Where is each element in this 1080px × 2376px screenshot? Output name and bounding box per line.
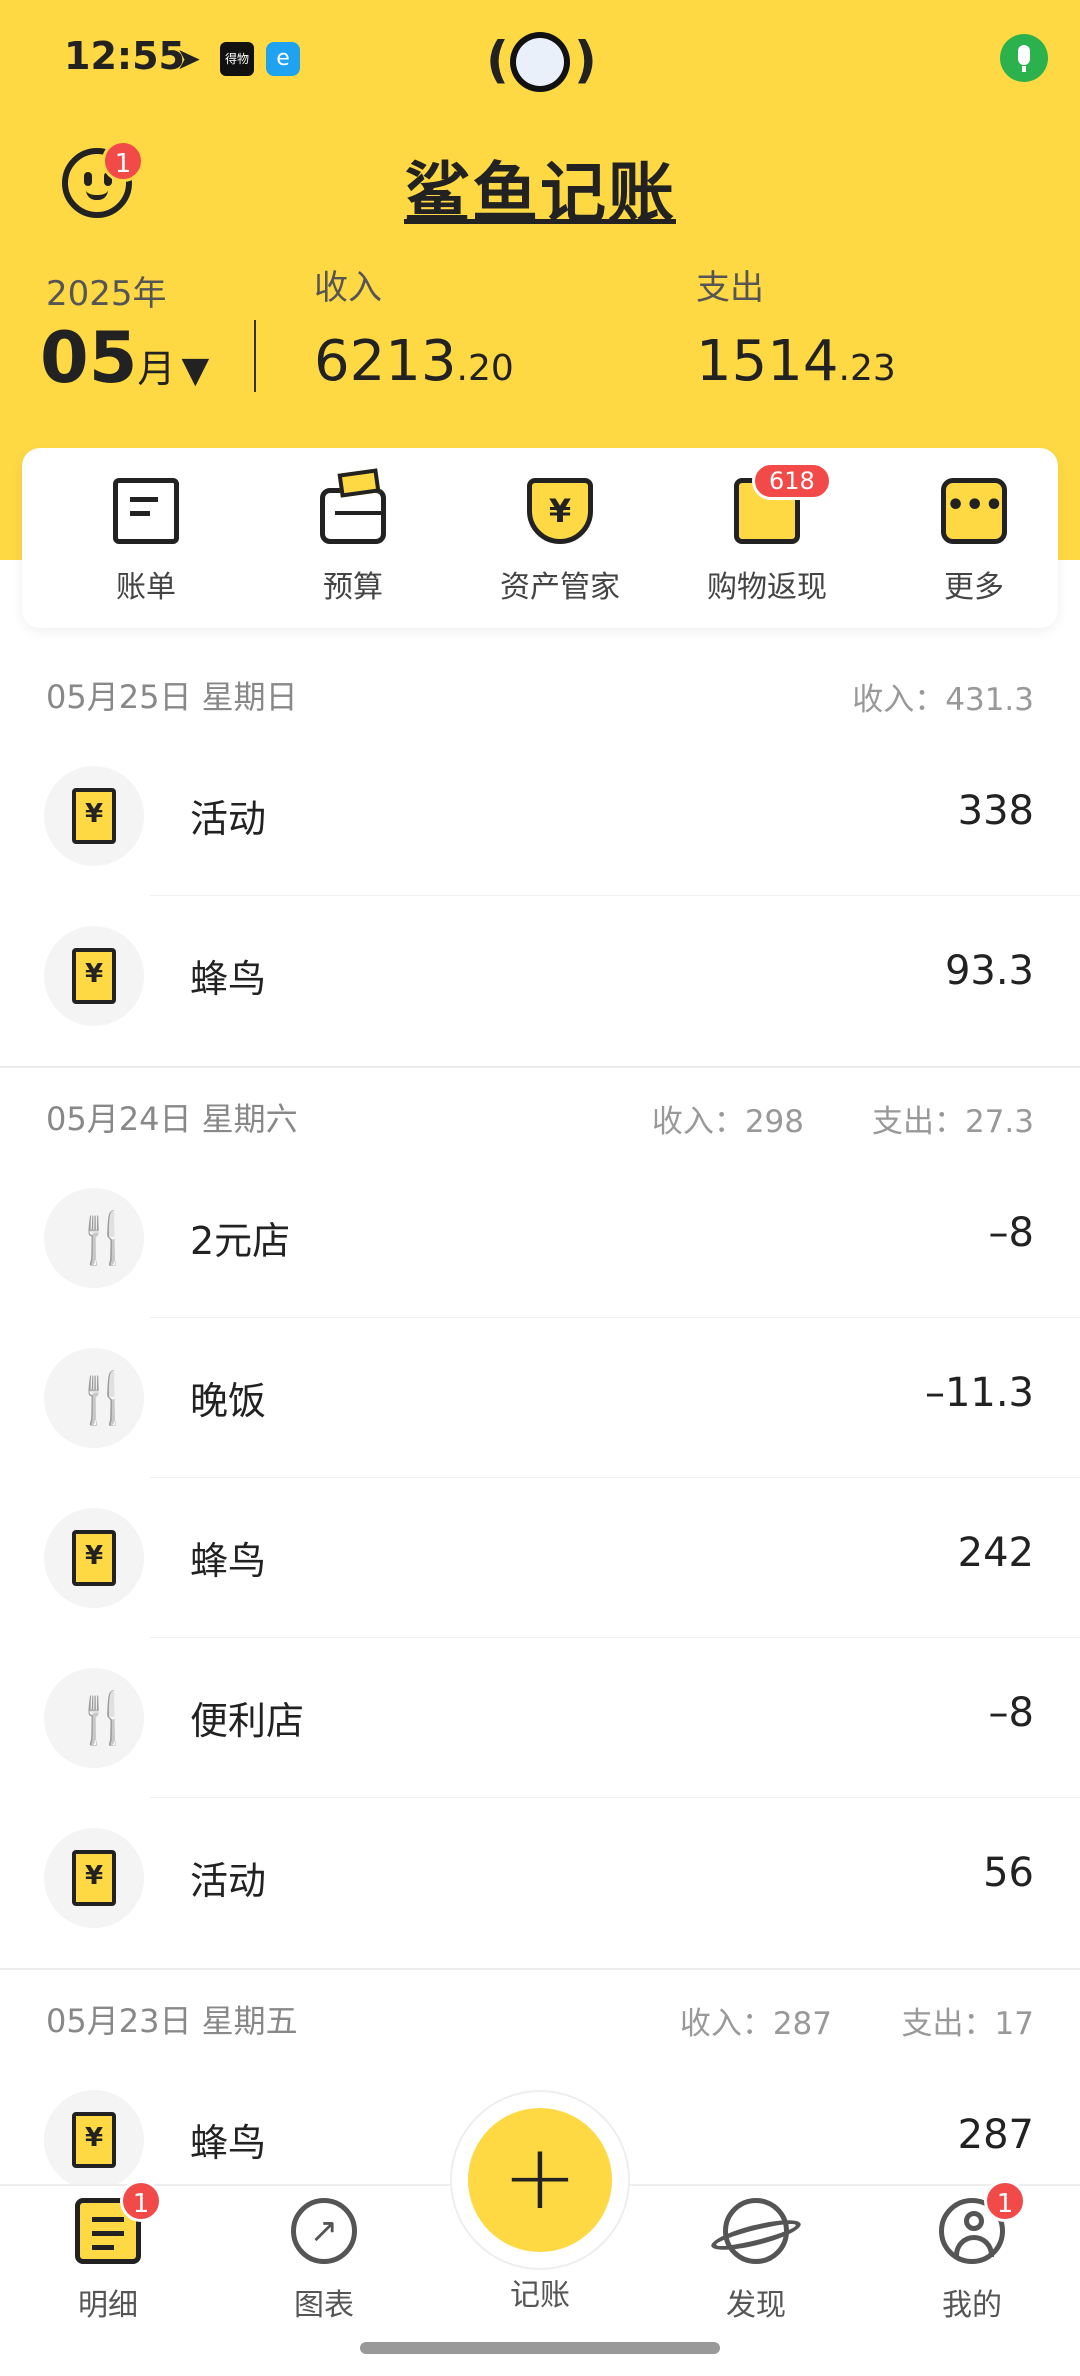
day-header: 05月24日 星期六 收入：298 支出：27.3: [0, 1074, 1080, 1154]
transaction-amount: –11.3: [924, 1370, 1034, 1416]
utensils-icon: 🍴: [72, 1689, 135, 1747]
transaction-amount: 93.3: [944, 948, 1034, 994]
section-divider: [0, 1066, 1080, 1068]
add-record-label: 记账: [510, 2278, 570, 2313]
app-title: 鲨鱼记账: [404, 155, 676, 232]
transaction-amount: 242: [957, 1530, 1034, 1576]
status-bar: 12:55 ➤ 得物 e ( ): [0, 30, 1080, 92]
transaction-name: 便利店: [190, 1699, 305, 1743]
transaction-amount: –8: [988, 1690, 1034, 1736]
quick-budget[interactable]: 预算: [263, 468, 443, 606]
transaction-name: 晚饭: [190, 1379, 267, 1423]
transaction-name: 蜂鸟: [190, 1539, 267, 1583]
notification-badge: 1: [120, 2180, 162, 2222]
transaction-name: 活动: [190, 1859, 267, 1903]
transaction-name: 蜂鸟: [190, 957, 267, 1001]
month-selector[interactable]: 05月 ▼: [40, 318, 209, 411]
day-header: 05月25日 星期日 收入：431.3: [0, 652, 1080, 732]
transaction-name: 蜂鸟: [190, 2121, 267, 2165]
dropdown-arrow-icon: ▼: [181, 350, 210, 391]
income-label: 收入: [314, 268, 382, 308]
tab-charts[interactable]: ↗ 图表: [244, 2198, 404, 2324]
transaction-row[interactable]: 🍴 晚饭 –11.3: [0, 1318, 1080, 1478]
utensils-icon: 🍴: [72, 1369, 135, 1427]
transaction-row[interactable]: 🍴 2元店 –8: [0, 1158, 1080, 1318]
transaction-amount: 56: [983, 1850, 1034, 1896]
notification-badge: 1: [984, 2180, 1026, 2222]
transaction-row[interactable]: ¥ 活动 56: [0, 1798, 1080, 1958]
section-divider: [0, 1968, 1080, 1970]
transaction-name: 2元店: [190, 1219, 291, 1263]
app-notification-icon: 得物: [220, 42, 254, 76]
quick-more[interactable]: ••• 更多: [884, 478, 1064, 606]
tab-profile[interactable]: 我的: [892, 2198, 1052, 2324]
day-expense: 支出：17: [901, 2006, 1034, 2042]
location-arrow-icon: ➤: [176, 42, 202, 77]
tab-details[interactable]: 明细: [28, 2198, 188, 2324]
transaction-row[interactable]: ¥ 活动 338: [0, 736, 1080, 896]
year-label: 2025年: [46, 274, 167, 314]
quick-menu: 账单 预算 ¥ 资产管家 购物返现 ••• 更多: [22, 448, 1058, 628]
tab-discover[interactable]: 发现: [676, 2198, 836, 2324]
home-indicator[interactable]: [360, 2342, 720, 2354]
transaction-row[interactable]: ¥ 蜂鸟 242: [0, 1478, 1080, 1638]
transaction-name: 活动: [190, 797, 267, 841]
day-date: 05月25日 星期日: [46, 678, 298, 716]
day-header: 05月23日 星期五 收入：287 支出：17: [0, 1976, 1080, 2056]
receipt-icon: ¥: [72, 788, 116, 844]
status-time: 12:55: [64, 34, 185, 78]
expense-amount: 1514.23: [696, 329, 896, 394]
island-avatar: [510, 32, 570, 92]
day-income: 收入：298: [651, 1104, 804, 1140]
more-dots-icon: •••: [941, 478, 1007, 544]
transaction-row[interactable]: 🍴 便利店 –8: [0, 1638, 1080, 1798]
planet-icon: [708, 2198, 804, 2264]
add-record-button[interactable]: +: [468, 2108, 612, 2252]
receipt-icon: ¥: [72, 1850, 116, 1906]
dynamic-island: ( ): [486, 30, 597, 94]
utensils-icon: 🍴: [72, 1209, 135, 1267]
receipt-icon: ¥: [72, 1530, 116, 1586]
quick-assets[interactable]: ¥ 资产管家: [470, 478, 650, 606]
expense-label: 支出: [696, 268, 764, 308]
income-amount: 6213.20: [314, 329, 514, 394]
chart-icon: ↗: [291, 2198, 357, 2264]
promo-badge: 618: [752, 462, 832, 500]
receipt-icon: ¥: [72, 2112, 116, 2168]
day-expense: 支出：27.3: [871, 1104, 1034, 1140]
divider: [254, 320, 256, 392]
bill-icon: [113, 478, 179, 544]
shield-yen-icon: ¥: [527, 478, 593, 544]
transaction-amount: 287: [957, 2112, 1034, 2158]
microphone-icon: [1000, 34, 1048, 82]
transaction-amount: 338: [957, 788, 1034, 834]
transaction-amount: –8: [988, 1210, 1034, 1256]
app-notification-icon: e: [266, 42, 300, 76]
day-income: 收入：431.3: [852, 682, 1034, 718]
day-date: 05月24日 星期六: [46, 1100, 298, 1138]
day-income: 收入：287: [679, 2006, 832, 2042]
receipt-icon: ¥: [72, 948, 116, 1004]
transaction-row[interactable]: ¥ 蜂鸟 93.3: [0, 896, 1080, 1056]
wallet-icon: [320, 468, 386, 544]
quick-bill[interactable]: 账单: [56, 478, 236, 606]
day-date: 05月23日 星期五: [46, 2002, 298, 2040]
plus-icon: +: [502, 2125, 578, 2230]
